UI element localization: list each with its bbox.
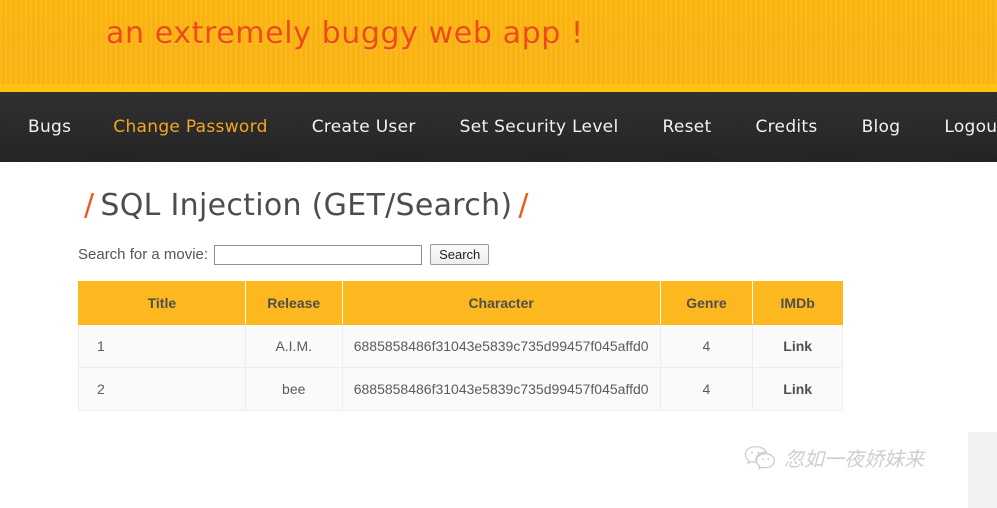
watermark-text: 忽如一夜娇妹来 bbox=[784, 447, 924, 471]
search-input[interactable] bbox=[214, 244, 423, 265]
cell-imdb: Link bbox=[752, 367, 843, 411]
column-header-character: Character bbox=[341, 281, 661, 325]
nav-item-set-security-level[interactable]: Set Security Level bbox=[458, 113, 621, 141]
cell-title: 2 bbox=[78, 367, 246, 411]
banner-accent-stripe bbox=[0, 84, 997, 92]
wechat-watermark: 忽如一夜娇妹来 bbox=[744, 443, 924, 472]
column-header-title: Title bbox=[78, 281, 246, 325]
title-slash-right: / bbox=[518, 188, 529, 223]
title-slash-left: / bbox=[84, 188, 95, 223]
cell-character: 6885858486f31043e5839c735d99457f045affd0 bbox=[341, 367, 661, 411]
results-table-wrapper: Title Release Character Genre IMDb 1 A.I… bbox=[0, 265, 997, 411]
imdb-link[interactable]: Link bbox=[783, 338, 812, 354]
cell-imdb: Link bbox=[752, 324, 843, 368]
screenshot-edge-artifact bbox=[968, 432, 997, 508]
nav-item-change-password[interactable]: Change Password bbox=[111, 113, 269, 141]
table-row: 1 A.I.M. 6885858486f31043e5839c735d99457… bbox=[78, 324, 843, 368]
table-row: 2 bee 6885858486f31043e5839c735d99457f04… bbox=[78, 367, 843, 411]
column-header-genre: Genre bbox=[659, 281, 754, 325]
movie-search-form: Search for a movie: Search bbox=[0, 223, 997, 265]
cell-character: 6885858486f31043e5839c735d99457f045affd0 bbox=[341, 324, 661, 368]
search-results-table: Title Release Character Genre IMDb 1 A.I… bbox=[78, 281, 843, 411]
table-body: 1 A.I.M. 6885858486f31043e5839c735d99457… bbox=[78, 324, 843, 411]
main-content: / SQL Injection (GET/Search) / Search for … bbox=[0, 162, 997, 411]
imdb-link[interactable]: Link bbox=[783, 381, 812, 397]
nav-item-logout[interactable]: Logout bbox=[942, 113, 997, 141]
main-navigation: Bugs Change Password Create User Set Sec… bbox=[0, 92, 997, 162]
banner-tagline: an extremely buggy web app ! bbox=[106, 16, 584, 51]
nav-item-bugs[interactable]: Bugs bbox=[26, 113, 73, 141]
cell-genre: 4 bbox=[659, 324, 754, 368]
column-header-release: Release bbox=[244, 281, 343, 325]
page-title: / SQL Injection (GET/Search) / bbox=[0, 162, 997, 223]
table-header-row: Title Release Character Genre IMDb bbox=[78, 281, 843, 325]
cell-release: A.I.M. bbox=[244, 324, 343, 368]
table-header: Title Release Character Genre IMDb bbox=[78, 281, 843, 325]
column-header-imdb: IMDb bbox=[752, 281, 843, 325]
search-button[interactable]: Search bbox=[430, 244, 490, 265]
cell-release: bee bbox=[244, 367, 343, 411]
search-label: Search for a movie: bbox=[78, 246, 209, 263]
page-title-text: SQL Injection (GET/Search) bbox=[100, 188, 513, 223]
cell-genre: 4 bbox=[659, 367, 754, 411]
site-banner: an extremely buggy web app ! bbox=[0, 0, 997, 92]
nav-item-create-user[interactable]: Create User bbox=[310, 113, 418, 141]
nav-item-credits[interactable]: Credits bbox=[753, 113, 819, 141]
nav-item-blog[interactable]: Blog bbox=[860, 113, 903, 141]
nav-item-reset[interactable]: Reset bbox=[660, 113, 713, 141]
wechat-icon bbox=[744, 445, 776, 471]
cell-title: 1 bbox=[78, 324, 246, 368]
